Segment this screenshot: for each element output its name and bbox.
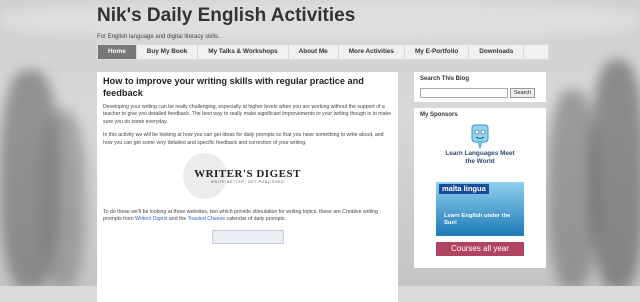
post-paragraph: In this activity we will be looking at h…: [103, 132, 384, 146]
writers-digest-link[interactable]: Writers Digest: [135, 216, 167, 222]
tab-e-portfolio[interactable]: My E-Portfolio: [405, 45, 470, 59]
sponsor2-text: Learn English under the Sun!: [444, 213, 511, 226]
search-widget: Search This Blog Search: [414, 72, 546, 102]
speech-bubble-icon: [470, 124, 490, 150]
sponsors-widget: My Sponsors Learn Languages Meet the Wor…: [414, 108, 546, 268]
sponsor-malta-lingua[interactable]: malta lingua Learn English under the Sun…: [436, 182, 524, 236]
blog-title[interactable]: Nik's Daily English Activities: [97, 4, 355, 28]
post-paragraph: To do these we'll be looking at three we…: [103, 209, 378, 223]
logo-name: WRITER'S DIGEST: [194, 168, 301, 181]
tab-buy-my-book[interactable]: Buy My Book: [137, 45, 199, 59]
tab-more-activities[interactable]: More Activities: [339, 45, 405, 59]
sponsor1-text: Learn Languages Meet the World: [445, 150, 515, 165]
sponsor-learn-languages[interactable]: Learn Languages Meet the World: [445, 124, 515, 176]
blog-post: How to improve your writing skills with …: [97, 72, 398, 302]
tab-talks-workshops[interactable]: My Talks & Workshops: [198, 45, 289, 59]
sponsor-courses[interactable]: Courses all year: [436, 242, 524, 256]
writers-digest-logo: WRITER'S DIGEST WRITE BETTER, GET PUBLIS…: [182, 153, 313, 200]
nav-tabs: Home Buy My Book My Talks & Workshops Ab…: [97, 44, 549, 60]
search-widget-title: Search This Blog: [420, 76, 470, 82]
screenshot-thumbnail: [211, 229, 284, 244]
tab-downloads[interactable]: Downloads: [469, 45, 525, 59]
logo-tagline: WRITE BETTER, GET PUBLISHED: [210, 180, 285, 185]
blog-description: For English language and digital literac…: [97, 34, 220, 40]
sidebar: Search This Blog Search My Sponsors Lear…: [414, 72, 546, 302]
toasted-cheese-link[interactable]: Toasted Cheese: [188, 216, 226, 222]
malta-lingua-logo: malta lingua: [439, 184, 489, 194]
post-title[interactable]: How to improve your writing skills with …: [103, 75, 392, 99]
tab-about-me[interactable]: About Me: [289, 45, 339, 59]
sponsors-title: My Sponsors: [420, 112, 458, 118]
search-button[interactable]: Search: [510, 88, 536, 98]
blog-header: Nik's Daily English Activities For Engli…: [97, 4, 355, 40]
post-paragraph: Developing your writing can be really ch…: [103, 104, 391, 125]
search-input[interactable]: [420, 88, 508, 98]
tab-home[interactable]: Home: [98, 45, 137, 59]
